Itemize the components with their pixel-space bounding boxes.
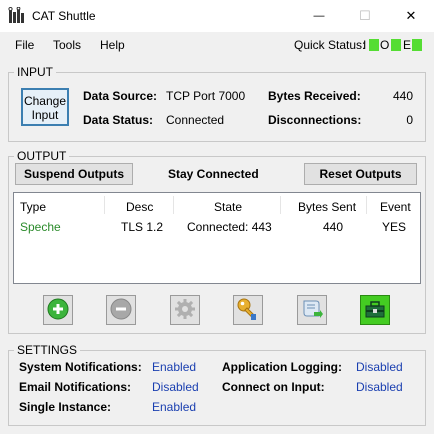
bytes-received-value: 440	[392, 89, 413, 103]
minimize-button[interactable]: —	[296, 0, 342, 32]
maximize-button[interactable]: ☐	[342, 0, 388, 32]
column-header-desc[interactable]: Desc	[126, 200, 153, 214]
reset-outputs-button[interactable]: Reset Outputs	[304, 163, 417, 185]
add-icon	[47, 298, 69, 323]
settings-group-title: SETTINGS	[14, 343, 81, 357]
menu-tools[interactable]: Tools	[53, 38, 81, 52]
quick-status-output-indicator	[391, 39, 401, 51]
connect-on-input-value[interactable]: Disabled	[356, 380, 403, 394]
column-divider[interactable]	[280, 196, 281, 214]
toolbox-button[interactable]	[360, 295, 390, 325]
stay-connected-toggle[interactable]: Stay Connected	[168, 167, 259, 181]
credentials-button[interactable]	[233, 295, 263, 325]
email-notifications-label: Email Notifications:	[19, 380, 132, 394]
maximize-icon: ☐	[359, 8, 371, 23]
remove-icon	[110, 298, 132, 323]
data-status-label: Data Status:	[83, 113, 154, 127]
email-notifications-value[interactable]: Disabled	[152, 380, 199, 394]
quick-status-label: Quick Status:	[294, 38, 366, 52]
system-notifications-value[interactable]: Enabled	[152, 360, 196, 374]
system-notifications-label: System Notifications:	[19, 360, 142, 374]
gear-icon	[174, 298, 196, 323]
close-button[interactable]: ✕	[388, 0, 434, 32]
row-event: YES	[382, 220, 407, 234]
quick-status-error-letter: E	[403, 38, 412, 52]
input-group-title: INPUT	[14, 65, 56, 79]
column-header-event[interactable]: Event	[380, 200, 411, 214]
row-bytes-sent: 440	[323, 220, 344, 234]
row-state: Connected: 443	[187, 220, 272, 234]
connect-on-input-label: Connect on Input:	[222, 380, 325, 394]
quick-status-input-letter: I	[363, 38, 367, 52]
column-header-state[interactable]: State	[214, 200, 242, 214]
column-divider[interactable]	[173, 196, 174, 214]
toolbox-icon	[364, 298, 386, 323]
key-icon	[236, 297, 260, 324]
close-icon: ✕	[405, 8, 417, 23]
quick-status-output-letter: O	[380, 38, 390, 52]
column-divider[interactable]	[104, 196, 105, 214]
column-divider[interactable]	[366, 196, 367, 214]
menu-file[interactable]: File	[15, 38, 34, 52]
window-title: CAT Shuttle	[32, 9, 96, 23]
change-input-button[interactable]: Change Input	[21, 88, 69, 126]
output-settings-button[interactable]	[170, 295, 200, 325]
column-header-type[interactable]: Type	[20, 200, 46, 214]
minimize-icon: —	[313, 10, 325, 22]
add-output-button[interactable]	[43, 295, 73, 325]
remove-output-button[interactable]	[106, 295, 136, 325]
disconnections-label: Disconnections:	[268, 113, 362, 127]
single-instance-value[interactable]: Enabled	[152, 400, 196, 414]
export-script-button[interactable]	[297, 295, 327, 325]
suspend-outputs-button[interactable]: Suspend Outputs	[15, 163, 133, 185]
row-type: Speche	[20, 220, 61, 234]
application-logging-label: Application Logging:	[222, 360, 342, 374]
quick-status-input-indicator	[369, 39, 379, 51]
data-source-label: Data Source:	[83, 89, 158, 103]
cat-shuttle-app-icon	[8, 6, 26, 25]
output-group-title: OUTPUT	[14, 149, 70, 163]
data-status-value: Connected	[166, 113, 225, 127]
application-logging-value[interactable]: Disabled	[356, 360, 403, 374]
menu-help[interactable]: Help	[100, 38, 125, 52]
single-instance-label: Single Instance:	[19, 400, 112, 414]
data-source-value: TCP Port 7000	[166, 89, 246, 103]
column-header-bytes-sent[interactable]: Bytes Sent	[298, 200, 356, 214]
export-script-icon	[300, 297, 324, 324]
input-group	[8, 72, 426, 142]
disconnections-value: 0	[406, 113, 413, 127]
bytes-received-label: Bytes Received:	[268, 89, 361, 103]
row-desc: TLS 1.2	[121, 220, 164, 234]
quick-status-error-indicator	[412, 39, 422, 51]
